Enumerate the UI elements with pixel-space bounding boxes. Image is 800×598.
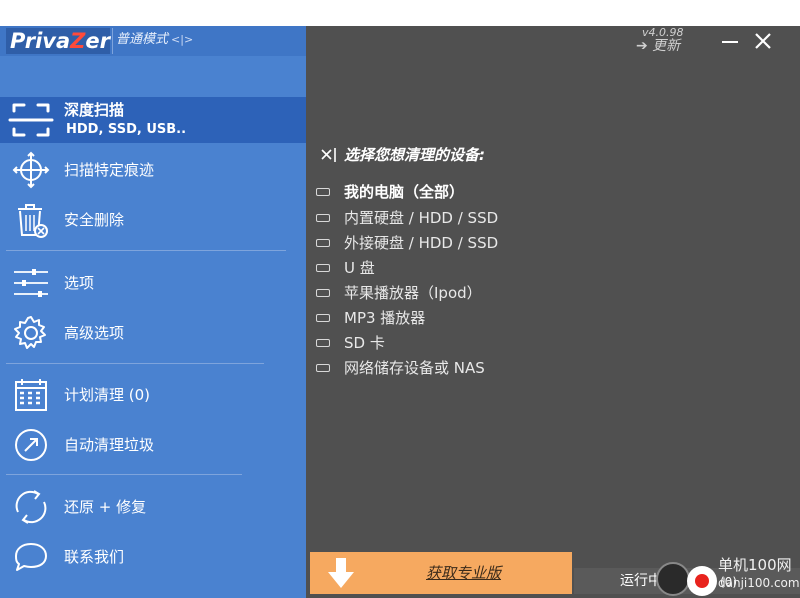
nav-auto-clean-label: 自动清理垃圾 xyxy=(64,436,155,454)
device-label: 苹果播放器（Ipod） xyxy=(344,284,482,302)
device-label: U 盘 xyxy=(344,259,375,277)
nav-advanced-options[interactable]: 高级选项 xyxy=(0,310,306,356)
mode-arrows-icon: <|> xyxy=(171,33,194,46)
logo-separator xyxy=(112,28,113,54)
checkbox[interactable] xyxy=(316,188,330,196)
device-label: SD 卡 xyxy=(344,334,385,352)
title-strip xyxy=(0,0,800,26)
nav-contact-label: 联系我们 xyxy=(64,548,125,566)
watermark-logo-dot xyxy=(695,574,709,588)
nav-contact[interactable]: 联系我们 xyxy=(0,534,306,580)
checkbox[interactable] xyxy=(316,214,330,222)
device-selection-title: 选择您想清理的设备: xyxy=(344,146,485,164)
main-panel: v4.0.98 ➔ 更新 选择您想清理的设备: 我的电脑（全部） 内置硬盘 / … xyxy=(306,26,800,598)
close-button[interactable] xyxy=(746,26,782,58)
device-option-external-disk[interactable]: 外接硬盘 / HDD / SSD xyxy=(316,232,776,254)
nav-scan-traces-label: 扫描特定痕迹 xyxy=(64,161,155,179)
gear-icon xyxy=(14,316,46,349)
device-label: 内置硬盘 / HDD / SSD xyxy=(344,209,499,227)
sliders-icon xyxy=(14,269,48,297)
device-option-internal-disk[interactable]: 内置硬盘 / HDD / SSD xyxy=(316,207,776,229)
nav-options[interactable]: 选项 xyxy=(0,260,306,306)
get-pro-button[interactable]: 获取专业版 xyxy=(310,552,572,594)
logo-prefix: Priva xyxy=(10,29,71,53)
download-arrow-icon xyxy=(328,558,354,588)
device-option-usb[interactable]: U 盘 xyxy=(316,257,776,279)
device-label: 外接硬盘 / HDD / SSD xyxy=(344,234,499,252)
deselect-all-button[interactable] xyxy=(320,144,338,166)
checkbox[interactable] xyxy=(316,339,330,347)
device-option-nas[interactable]: 网络储存设备或 NAS xyxy=(316,357,776,379)
crosshair-icon xyxy=(12,151,50,189)
checkbox[interactable] xyxy=(316,239,330,247)
sidebar: PrivaZer 普通模式 <|> 深度扫描 HDD, SSD, USB.. 扫描… xyxy=(0,26,306,598)
nav-deep-scan-sub: HDD, SSD, USB.. xyxy=(66,122,187,137)
checkbox[interactable] xyxy=(316,264,330,272)
device-selection-header: 选择您想清理的设备: xyxy=(320,144,780,166)
logo-suffix: er xyxy=(85,29,111,53)
nav-options-label: 选项 xyxy=(64,274,95,292)
nav-deep-scan-label: 深度扫描 xyxy=(64,101,125,119)
get-pro-label: 获取专业版 xyxy=(426,564,502,582)
close-icon xyxy=(755,33,771,49)
nav-deep-scan[interactable]: 深度扫描 HDD, SSD, USB.. xyxy=(0,97,306,143)
device-label: 网络储存设备或 NAS xyxy=(344,359,485,377)
auto-clean-icon xyxy=(15,429,47,461)
device-option-sd-card[interactable]: SD 卡 xyxy=(316,332,776,354)
device-label: 我的电脑（全部） xyxy=(344,183,465,201)
mode-switch[interactable]: 普通模式 <|> xyxy=(116,31,193,49)
sidebar-divider xyxy=(6,474,242,475)
sidebar-divider xyxy=(6,363,264,364)
watermark-circle xyxy=(656,562,690,596)
watermark-url: danji100.com xyxy=(718,576,800,590)
minimize-icon xyxy=(722,41,738,43)
nav-restore-repair-label: 还原 + 修复 xyxy=(64,498,147,516)
close-icon xyxy=(321,148,336,162)
nav-scheduled-clean[interactable]: 计划清理 (0) xyxy=(0,372,306,418)
restore-icon xyxy=(15,490,47,524)
device-option-ipod[interactable]: 苹果播放器（Ipod） xyxy=(316,282,776,304)
mode-label: 普通模式 xyxy=(116,32,169,47)
nav-secure-delete-label: 安全删除 xyxy=(64,211,125,229)
logo-bar: PrivaZer 普通模式 <|> xyxy=(0,26,306,56)
nav-secure-delete[interactable]: 安全删除 xyxy=(0,197,306,243)
checkbox[interactable] xyxy=(316,289,330,297)
chat-bubble-icon xyxy=(15,543,47,571)
nav-scheduled-clean-label: 计划清理 (0) xyxy=(64,386,151,404)
app-logo: PrivaZer xyxy=(6,28,110,54)
calendar-icon xyxy=(15,379,47,411)
sidebar-divider xyxy=(6,250,286,251)
privazer-window: PrivaZer 普通模式 <|> 深度扫描 HDD, SSD, USB.. 扫描… xyxy=(0,0,800,598)
nav-advanced-options-label: 高级选项 xyxy=(64,324,125,342)
nav-scan-traces[interactable]: 扫描特定痕迹 xyxy=(0,147,306,193)
trash-icon xyxy=(18,204,48,238)
nav-auto-clean[interactable]: 自动清理垃圾 xyxy=(0,422,306,468)
logo-z: Z xyxy=(70,29,86,53)
nav-restore-repair[interactable]: 还原 + 修复 xyxy=(0,484,306,530)
checkbox[interactable] xyxy=(316,314,330,322)
update-link[interactable]: ➔ 更新 xyxy=(636,38,680,54)
device-option-my-computer[interactable]: 我的电脑（全部） xyxy=(316,181,776,203)
watermark-text: 单机100网 xyxy=(718,556,792,574)
device-option-mp3[interactable]: MP3 播放器 xyxy=(316,307,776,329)
minimize-button[interactable] xyxy=(712,26,748,58)
checkbox[interactable] xyxy=(316,364,330,372)
device-label: MP3 播放器 xyxy=(344,309,426,327)
scan-frame-icon xyxy=(8,103,54,137)
